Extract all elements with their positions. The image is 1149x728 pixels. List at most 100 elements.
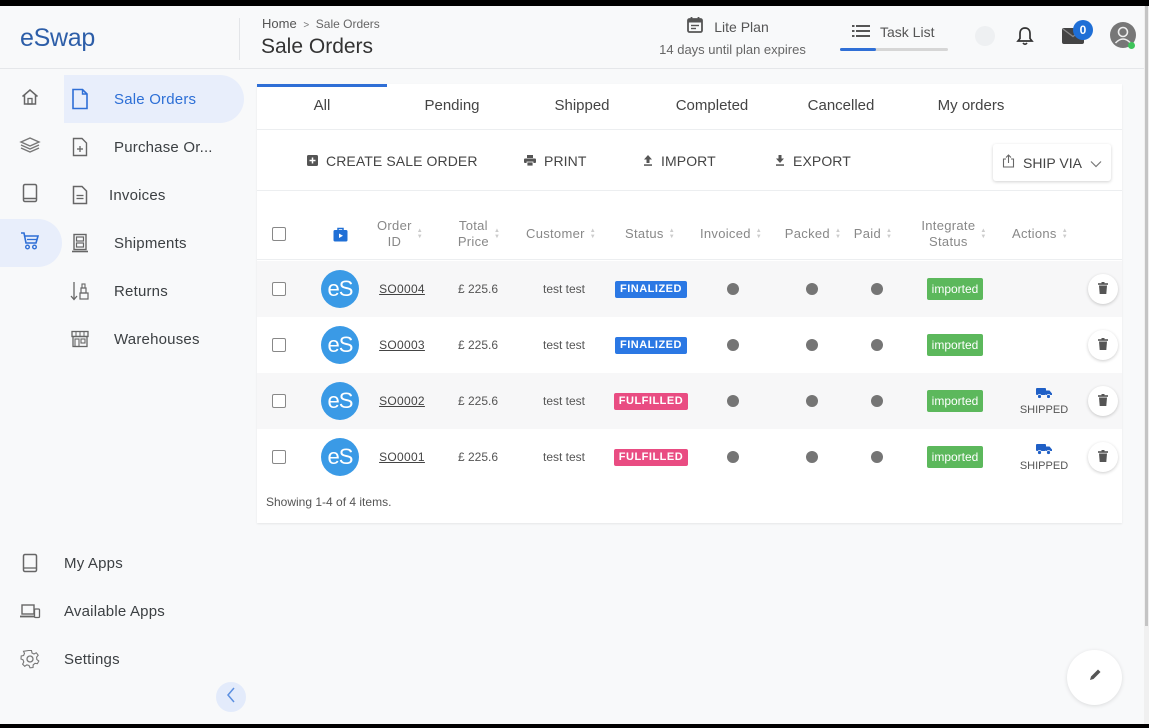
customer-name: test test xyxy=(542,394,586,408)
import-label: IMPORT xyxy=(661,153,716,169)
tab-my-orders[interactable]: My orders xyxy=(906,84,1036,130)
book-icon xyxy=(22,183,38,208)
tab-all[interactable]: All xyxy=(257,84,387,130)
table-row[interactable]: eS SO0004 £ 225.6 test test FINALIZED im… xyxy=(257,261,1122,317)
ship-via-dropdown[interactable]: SHIP VIA xyxy=(993,144,1111,181)
app-logo[interactable]: eSwap xyxy=(20,24,95,53)
table-row[interactable]: eS SO0002 £ 225.6 test test FULFILLED im… xyxy=(257,373,1122,429)
column-status[interactable]: Status ▲ ▼ xyxy=(613,208,687,260)
create-sale-order-button[interactable]: CREATE SALE ORDER xyxy=(307,153,478,169)
sidebar-item-available-apps[interactable]: Available Apps xyxy=(0,591,240,631)
sidebar-item-label: Returns xyxy=(114,282,168,300)
print-button[interactable]: PRINT xyxy=(524,153,587,169)
sidebar-item-label: Settings xyxy=(64,650,120,668)
edit-fab-button[interactable] xyxy=(1067,650,1122,705)
shipped-action[interactable]: SHIPPED xyxy=(1009,373,1079,429)
task-list-label: Task List xyxy=(880,24,935,40)
table-row[interactable]: eS SO0001 £ 225.6 test test FULFILLED im… xyxy=(257,429,1122,485)
sidebar-item-returns[interactable]: Returns xyxy=(64,267,244,315)
invoiced-indicator xyxy=(723,429,743,485)
app-window: eSwap Home > Sale Orders Sale Orders Lit… xyxy=(0,6,1149,724)
delete-button[interactable] xyxy=(1087,373,1119,429)
rail-cart[interactable] xyxy=(0,219,62,267)
column-total-price[interactable]: Total Price ▲ ▼ xyxy=(443,208,515,260)
integrate-status-badge: imported xyxy=(915,373,995,429)
delete-button[interactable] xyxy=(1087,317,1119,373)
sidebar-item-sale-orders[interactable]: Sale Orders xyxy=(64,75,244,123)
row-checkbox[interactable] xyxy=(271,261,287,317)
sidebar-item-settings[interactable]: Settings xyxy=(0,639,240,679)
breadcrumb-home[interactable]: Home xyxy=(262,16,297,31)
document-icon xyxy=(64,88,96,110)
sidebar-item-shipments[interactable]: Shipments xyxy=(64,219,244,267)
scrollbar-thumb[interactable] xyxy=(1145,6,1148,626)
row-checkbox[interactable] xyxy=(271,429,287,485)
trash-icon xyxy=(1098,337,1108,353)
sidebar-item-my-apps[interactable]: My Apps xyxy=(0,543,240,583)
order-id-link[interactable]: SO0001 xyxy=(365,429,439,485)
share-icon xyxy=(1002,154,1015,171)
plan-info[interactable]: Lite Plan 14 days until plan expires xyxy=(650,16,815,57)
warehouse-icon xyxy=(64,330,96,348)
order-avatar: eS xyxy=(320,317,360,373)
column-paid[interactable]: Paid ▲ ▼ xyxy=(848,208,898,260)
order-id-link[interactable]: SO0003 xyxy=(365,317,439,373)
download-icon xyxy=(775,153,785,169)
upload-icon xyxy=(643,153,653,169)
row-checkbox[interactable] xyxy=(271,317,287,373)
status-badge: FINALIZED xyxy=(611,261,691,317)
packed-indicator xyxy=(802,317,822,373)
rail-book[interactable] xyxy=(0,171,62,219)
total-price: £ 225.6 xyxy=(457,394,499,408)
export-button[interactable]: EXPORT xyxy=(775,153,851,169)
chevron-left-icon xyxy=(226,687,236,708)
shopping-bag-icon xyxy=(330,208,350,260)
row-checkbox[interactable] xyxy=(271,373,287,429)
sidebar-item-label: Shipments xyxy=(114,234,187,252)
order-id-link[interactable]: SO0004 xyxy=(365,261,439,317)
layers-icon xyxy=(19,136,41,159)
sidebar-item-label: Warehouses xyxy=(114,330,200,348)
invoice-icon xyxy=(64,185,96,205)
customer-name: test test xyxy=(542,450,586,464)
sidebar-item-label: My Apps xyxy=(64,554,123,572)
task-list-button[interactable]: Task List xyxy=(840,24,950,51)
tab-shipped[interactable]: Shipped xyxy=(517,84,647,130)
column-integrate-status[interactable]: Integrate Status ▲ ▼ xyxy=(909,208,999,260)
sidebar-item-purchase-orders[interactable]: Purchase Or... xyxy=(64,123,244,171)
trash-icon xyxy=(1098,449,1108,465)
delete-button[interactable] xyxy=(1087,429,1119,485)
sidebar-item-warehouses[interactable]: Warehouses xyxy=(64,315,244,363)
column-invoiced[interactable]: Invoiced ▲ ▼ xyxy=(694,208,768,260)
create-sale-order-label: CREATE SALE ORDER xyxy=(326,153,478,169)
list-icon xyxy=(852,24,870,40)
column-packed[interactable]: Packed ▲ ▼ xyxy=(776,208,850,260)
rail-home[interactable] xyxy=(0,75,62,123)
status-badge: FULFILLED xyxy=(611,373,691,429)
shipped-action[interactable]: SHIPPED xyxy=(1009,429,1079,485)
print-label: PRINT xyxy=(544,153,587,169)
paid-indicator xyxy=(867,261,887,317)
calendar-icon xyxy=(686,16,704,37)
order-id-link[interactable]: SO0002 xyxy=(365,373,439,429)
collapse-sidebar-button[interactable] xyxy=(216,682,246,712)
table-row[interactable]: eS SO0003 £ 225.6 test test FINALIZED im… xyxy=(257,317,1122,373)
column-actions[interactable]: Actions ▲ ▼ xyxy=(1005,208,1075,260)
delete-button[interactable] xyxy=(1087,261,1119,317)
select-all-checkbox[interactable] xyxy=(271,208,287,260)
cart-icon xyxy=(20,231,40,256)
tab-pending[interactable]: Pending xyxy=(387,84,517,130)
chevron-down-icon xyxy=(1090,155,1102,171)
total-price: £ 225.6 xyxy=(457,338,499,352)
rail-layers[interactable] xyxy=(0,123,62,171)
import-button[interactable]: IMPORT xyxy=(643,153,716,169)
column-customer[interactable]: Customer ▲ ▼ xyxy=(519,208,603,260)
sort-icon: ▲ ▼ xyxy=(416,228,423,240)
sort-icon: ▲ ▼ xyxy=(493,228,501,240)
sidebar-item-invoices[interactable]: Invoices xyxy=(64,171,244,219)
column-order-id[interactable]: Order ID ▲ ▼ xyxy=(365,208,435,260)
bell-icon[interactable] xyxy=(1016,26,1034,51)
tab-cancelled[interactable]: Cancelled xyxy=(776,84,906,130)
total-price: £ 225.6 xyxy=(457,282,499,296)
tab-completed[interactable]: Completed xyxy=(647,84,777,130)
